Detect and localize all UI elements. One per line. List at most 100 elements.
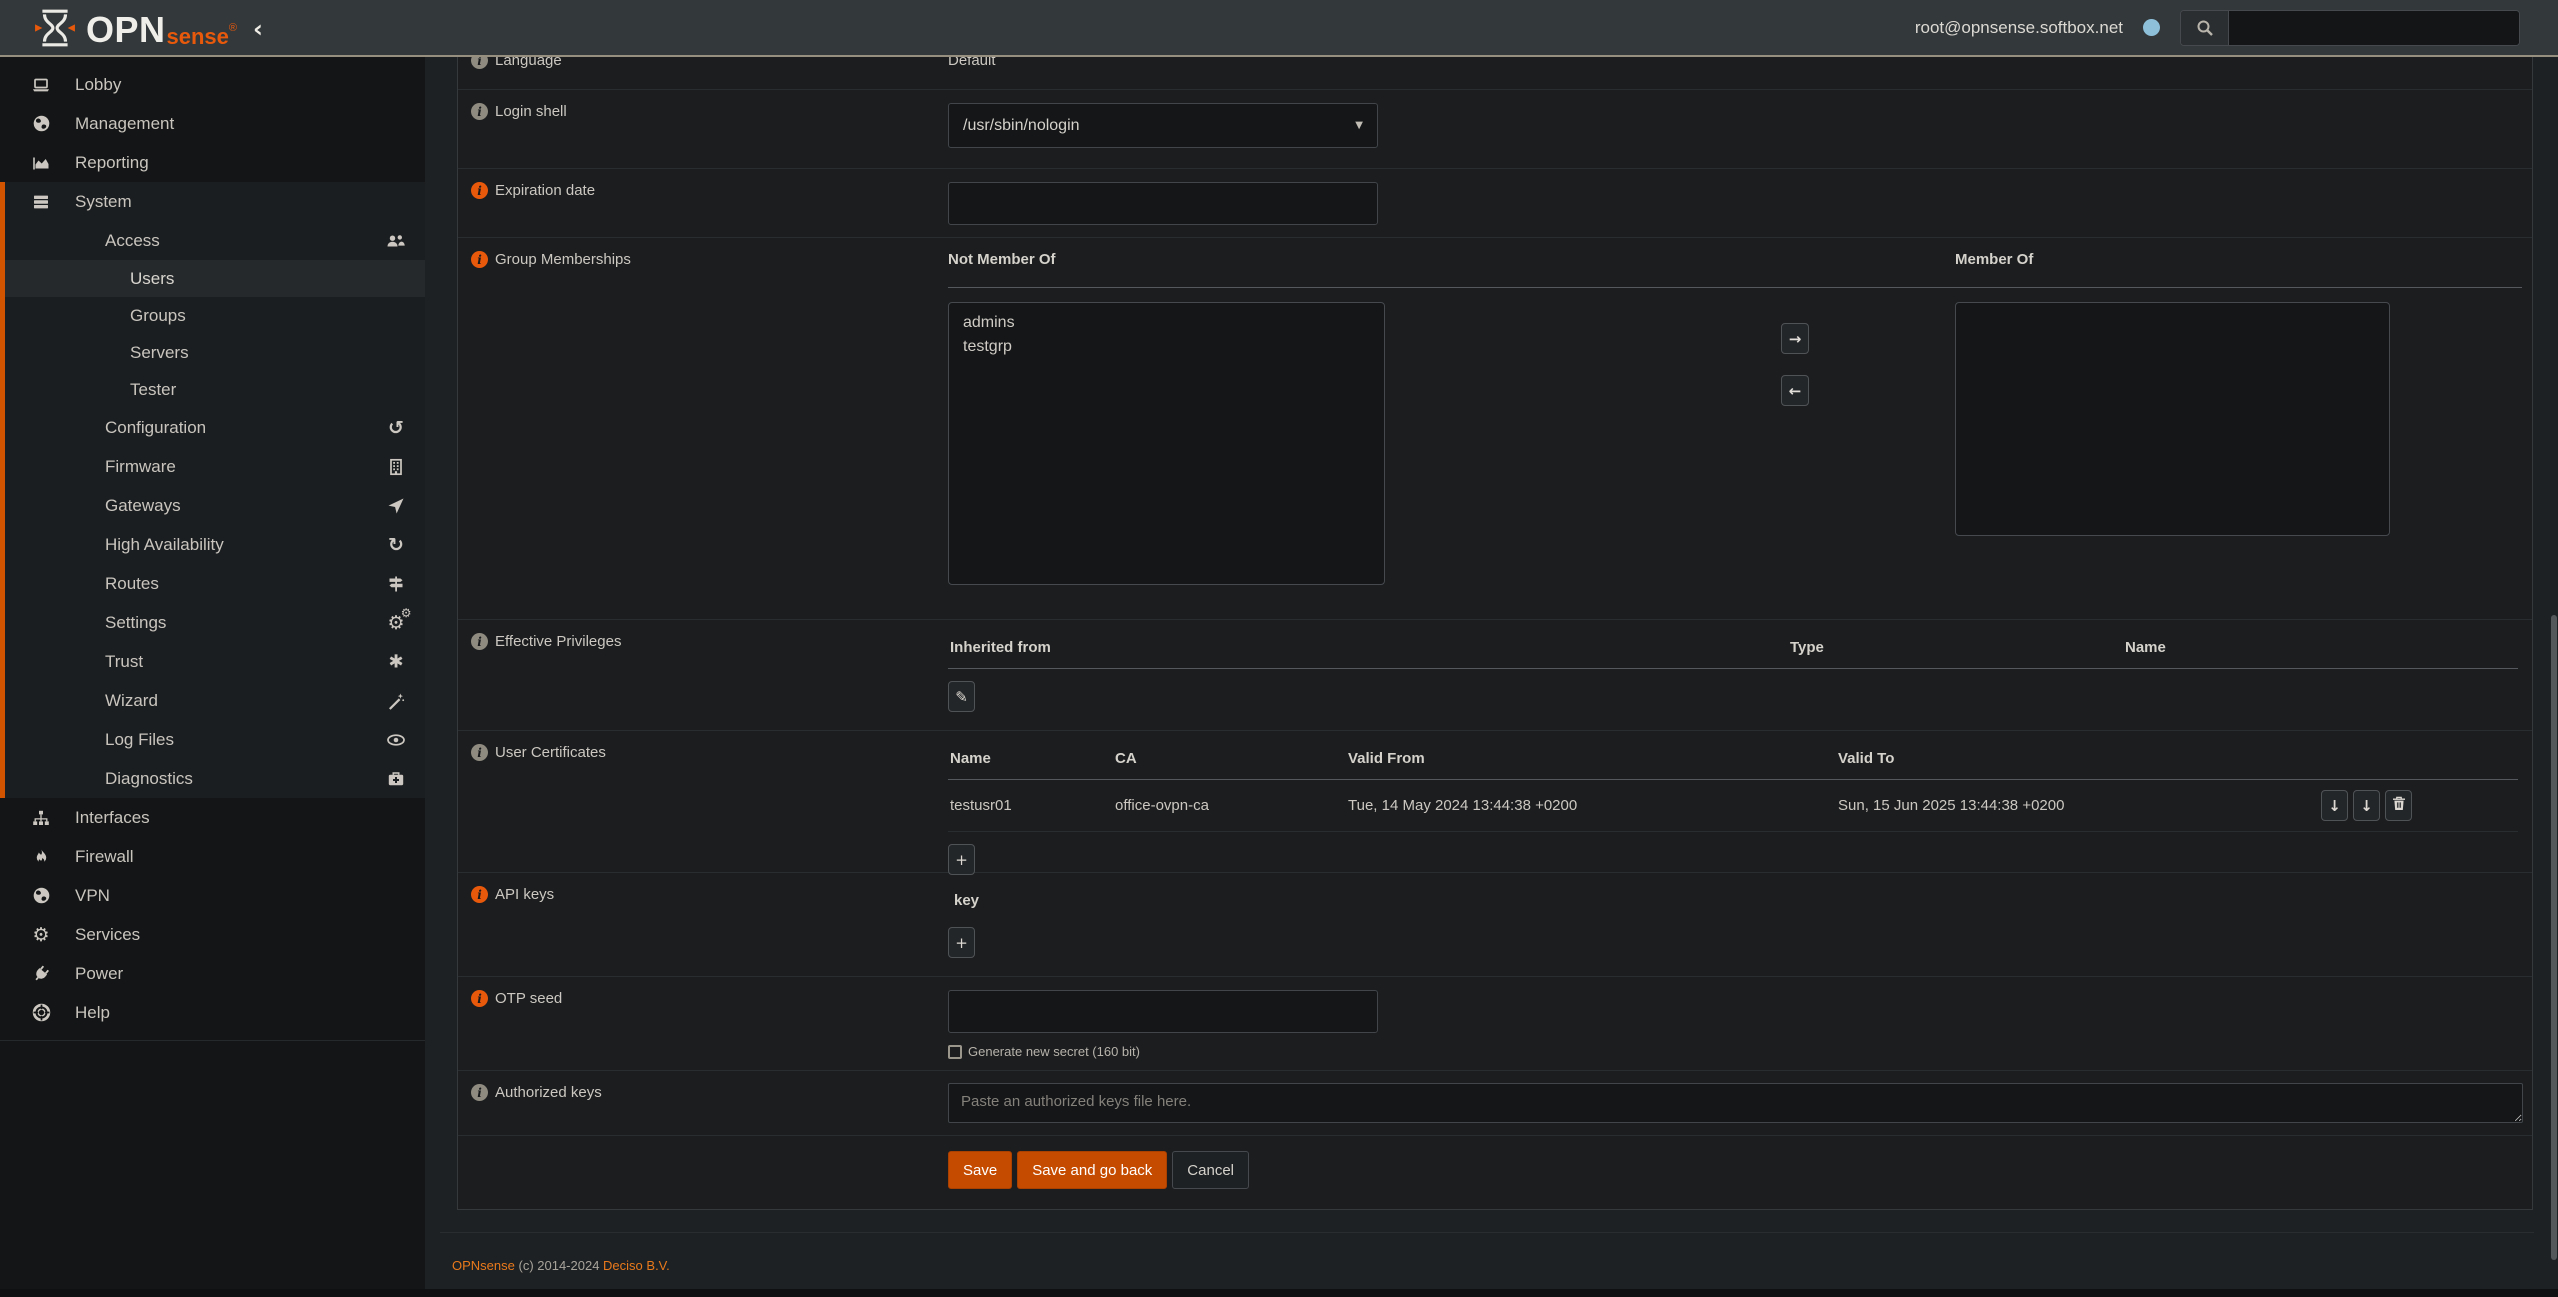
sidebar-item-system[interactable]: System xyxy=(5,182,425,221)
area-chart-icon xyxy=(28,154,54,172)
server-icon xyxy=(28,193,54,211)
signpost-icon xyxy=(383,575,409,593)
sidebar-item-management[interactable]: Management xyxy=(0,104,425,143)
group-option[interactable]: admins xyxy=(949,311,1384,335)
sidebar-item-label: Log Files xyxy=(105,730,174,750)
sidebar-item-services[interactable]: ⚙ Services xyxy=(0,915,425,954)
info-icon[interactable]: i xyxy=(471,633,488,650)
medkit-icon xyxy=(383,770,409,788)
header-rule xyxy=(948,287,2522,288)
sidebar-item-label: Users xyxy=(130,269,174,289)
sidebar-item-access[interactable]: Access xyxy=(5,221,425,260)
sidebar-item-label: Management xyxy=(75,114,174,134)
footer-divider xyxy=(440,1232,2534,1233)
sidebar-item-tester[interactable]: Tester xyxy=(5,371,425,408)
sidebar-item-reporting[interactable]: Reporting xyxy=(0,143,425,182)
gear-icon: ⚙ xyxy=(28,924,54,946)
top-header: OPNsense® ‹ root@opnsense.softbox.net xyxy=(0,0,2558,57)
footer: OPNsense (c) 2014-2024 Deciso B.V. xyxy=(452,1258,670,1273)
sidebar-item-servers[interactable]: Servers xyxy=(5,334,425,371)
magic-wand-icon xyxy=(383,692,409,710)
sidebar-item-label: Groups xyxy=(130,306,186,326)
add-certificate-button[interactable]: + xyxy=(948,844,975,875)
global-search xyxy=(2180,10,2520,46)
deciso-footer-link[interactable]: Deciso B.V. xyxy=(603,1258,670,1273)
sidebar-item-label: Firmware xyxy=(105,457,176,477)
not-member-of-listbox[interactable]: admins testgrp xyxy=(948,302,1385,585)
opnsense-logo[interactable]: OPNsense® xyxy=(34,8,237,48)
sidebar: Lobby Management Reporting xyxy=(0,57,425,1297)
sidebar-item-diagnostics[interactable]: Diagnostics xyxy=(5,759,425,798)
plus-icon: + xyxy=(955,934,968,952)
sidebar-item-label: Gateways xyxy=(105,496,181,516)
sidebar-item-groups[interactable]: Groups xyxy=(5,297,425,334)
sidebar-item-firmware[interactable]: Firmware xyxy=(5,447,425,486)
delete-certificate-button[interactable] xyxy=(2385,790,2412,821)
login-shell-select[interactable]: /usr/sbin/nologin ▼ xyxy=(948,103,1378,148)
info-icon[interactable]: i xyxy=(471,251,488,268)
generate-secret-checkbox[interactable] xyxy=(948,1045,962,1059)
sidebar-item-users[interactable]: Users xyxy=(5,260,425,297)
authorized-keys-textarea[interactable] xyxy=(948,1083,2523,1123)
sidebar-item-help[interactable]: Help xyxy=(0,993,425,1032)
sidebar-item-label: Services xyxy=(75,925,140,945)
chevron-down-icon: ▼ xyxy=(1355,120,1363,131)
sidebar-item-trust[interactable]: Trust ✱ xyxy=(5,642,425,681)
info-icon[interactable]: i xyxy=(471,1084,488,1101)
not-member-of-header: Not Member Of xyxy=(948,251,1056,268)
sidebar-item-lobby[interactable]: Lobby xyxy=(0,65,425,104)
sidebar-item-wizard[interactable]: Wizard xyxy=(5,681,425,720)
vertical-scrollbar-thumb[interactable] xyxy=(2551,615,2557,1260)
login-shell-value: /usr/sbin/nologin xyxy=(963,117,1080,135)
download-certificate-button[interactable]: ↓ xyxy=(2321,790,2348,821)
sidebar-item-label: Servers xyxy=(130,343,189,363)
cert-valid-from: Tue, 14 May 2024 13:44:38 +0200 xyxy=(1348,797,1838,814)
search-input[interactable] xyxy=(2229,11,2519,45)
sidebar-item-label: Interfaces xyxy=(75,808,150,828)
certificate-row: testusr01 office-ovpn-ca Tue, 14 May 202… xyxy=(948,780,2518,832)
edit-privileges-button[interactable]: ✎ xyxy=(948,681,975,712)
sidebar-item-gateways[interactable]: Gateways xyxy=(5,486,425,525)
sidebar-item-firewall[interactable]: Firewall xyxy=(0,837,425,876)
cert-name: testusr01 xyxy=(948,797,1115,814)
info-icon[interactable]: i xyxy=(471,990,488,1007)
download-key-button[interactable]: ↓ xyxy=(2353,790,2380,821)
sidebar-item-log-files[interactable]: Log Files xyxy=(5,720,425,759)
sidebar-item-interfaces[interactable]: Interfaces xyxy=(0,798,425,837)
sidebar-item-configuration[interactable]: Configuration ↺ xyxy=(5,408,425,447)
info-icon[interactable]: i xyxy=(471,182,488,199)
info-icon[interactable]: i xyxy=(471,744,488,761)
info-icon[interactable]: i xyxy=(471,103,488,120)
sidebar-item-label: Firewall xyxy=(75,847,134,867)
sidebar-item-label: Diagnostics xyxy=(105,769,193,789)
sidebar-item-settings[interactable]: Settings ⚙⚙ xyxy=(5,603,425,642)
group-option[interactable]: testgrp xyxy=(949,335,1384,359)
form-row-login-shell: i Login shell /usr/sbin/nologin ▼ xyxy=(458,90,2532,169)
remove-from-group-button[interactable]: ← xyxy=(1781,375,1809,406)
certificate-icon: ✱ xyxy=(383,651,409,672)
otp-seed-input[interactable] xyxy=(948,990,1378,1033)
info-icon[interactable]: i xyxy=(471,886,488,903)
opnsense-hourglass-icon xyxy=(34,8,76,48)
save-and-go-back-button[interactable]: Save and go back xyxy=(1017,1151,1167,1189)
add-to-group-button[interactable]: → xyxy=(1781,323,1809,354)
language-value: Default xyxy=(948,57,996,69)
cert-valid-to: Sun, 15 Jun 2025 13:44:38 +0200 xyxy=(1838,797,2321,814)
opnsense-footer-link[interactable]: OPNsense xyxy=(452,1258,515,1273)
brand-sub: sense xyxy=(167,26,229,48)
form-actions-row: Save Save and go back Cancel xyxy=(458,1136,2532,1210)
member-of-listbox[interactable] xyxy=(1955,302,2390,536)
sidebar-item-power[interactable]: Power xyxy=(0,954,425,993)
sidebar-divider xyxy=(0,1040,425,1041)
expiration-date-input[interactable] xyxy=(948,182,1378,225)
add-api-key-button[interactable]: + xyxy=(948,927,975,958)
sidebar-item-vpn[interactable]: VPN xyxy=(0,876,425,915)
sidebar-item-high-availability[interactable]: High Availability ↻ xyxy=(5,525,425,564)
save-button[interactable]: Save xyxy=(948,1151,1012,1189)
cancel-button[interactable]: Cancel xyxy=(1172,1151,1249,1189)
checkbox-label: Generate new secret (160 bit) xyxy=(968,1044,1140,1059)
sidebar-collapse-button[interactable]: ‹ xyxy=(243,0,273,57)
sidebar-item-routes[interactable]: Routes xyxy=(5,564,425,603)
sidebar-item-label: System xyxy=(75,192,132,212)
info-icon[interactable]: i xyxy=(471,57,488,69)
